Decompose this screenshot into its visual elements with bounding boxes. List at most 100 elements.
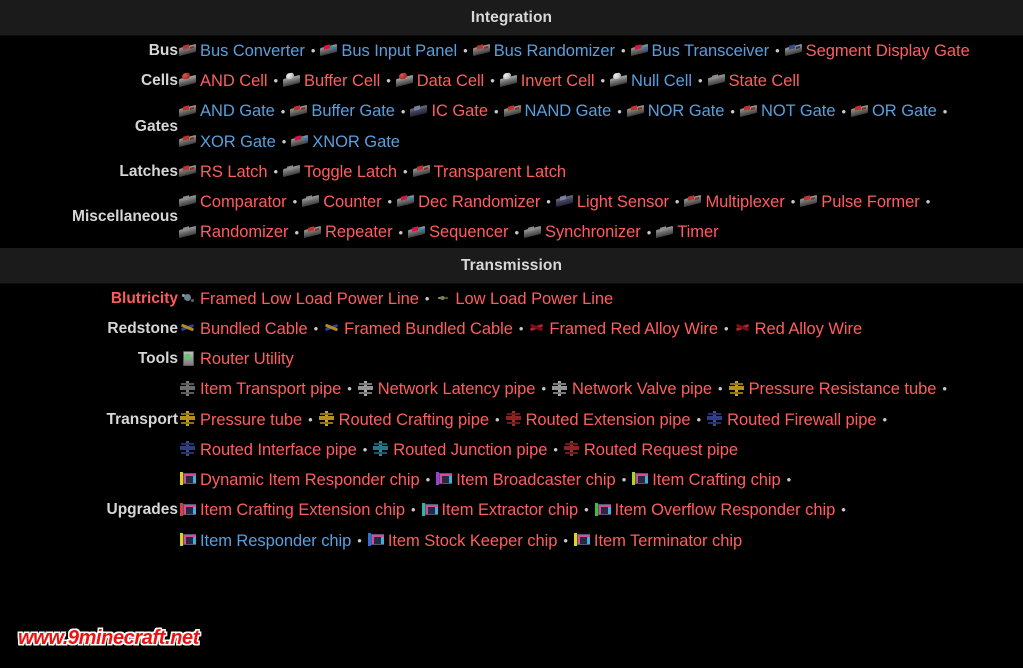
list-item[interactable]: Counter: [302, 187, 381, 217]
list-item[interactable]: Item Terminator chip: [573, 526, 742, 556]
list-item[interactable]: Network Valve pipe: [551, 374, 712, 404]
list-item[interactable]: Routed Firewall pipe: [706, 405, 877, 435]
list-item[interactable]: Repeater: [304, 217, 393, 247]
list-item[interactable]: Bus Converter: [179, 36, 305, 66]
list-item[interactable]: Routed Junction pipe: [372, 435, 547, 465]
list-item[interactable]: Transparent Latch: [413, 157, 567, 187]
list-item[interactable]: AND Cell: [179, 66, 268, 96]
list-item[interactable]: XNOR Gate: [291, 127, 400, 157]
list-item[interactable]: NOR Gate: [627, 96, 725, 126]
list-item[interactable]: Routed Extension pipe: [505, 405, 691, 435]
list-item[interactable]: Item Transport pipe: [179, 374, 341, 404]
list-item[interactable]: Item Crafting Extension chip: [179, 495, 405, 525]
item-link[interactable]: Item Crafting Extension chip: [200, 501, 405, 519]
item-link[interactable]: Item Responder chip: [200, 532, 351, 550]
list-item[interactable]: Randomizer: [179, 217, 289, 247]
item-link[interactable]: Network Latency pipe: [378, 380, 536, 398]
list-item[interactable]: Pulse Former: [800, 187, 919, 217]
list-item[interactable]: AND Gate: [179, 96, 275, 126]
item-link[interactable]: Sequencer: [429, 223, 508, 241]
item-link[interactable]: Multiplexer: [705, 193, 784, 211]
item-link[interactable]: Bus Randomizer: [494, 42, 615, 60]
item-link[interactable]: Pulse Former: [821, 193, 919, 211]
list-item[interactable]: NOT Gate: [740, 96, 836, 126]
item-link[interactable]: OR Gate: [872, 102, 937, 120]
item-link[interactable]: Dynamic Item Responder chip: [200, 471, 420, 489]
item-link[interactable]: Bus Transceiver: [652, 42, 770, 60]
item-link[interactable]: Null Cell: [631, 72, 692, 90]
list-item[interactable]: Framed Bundled Cable: [323, 314, 513, 344]
list-item[interactable]: Bus Input Panel: [320, 36, 457, 66]
list-item[interactable]: Dynamic Item Responder chip: [179, 465, 420, 495]
list-item[interactable]: Sequencer: [408, 217, 508, 247]
list-item[interactable]: Dec Randomizer: [397, 187, 540, 217]
item-link[interactable]: Segment Display Gate: [806, 42, 970, 60]
list-item[interactable]: Multiplexer: [684, 187, 784, 217]
item-link[interactable]: Item Transport pipe: [200, 380, 341, 398]
item-link[interactable]: Router Utility: [200, 350, 294, 368]
item-link[interactable]: IC Gate: [431, 102, 488, 120]
list-item[interactable]: Timer: [656, 217, 718, 247]
item-link[interactable]: AND Gate: [200, 102, 275, 120]
item-link[interactable]: Item Stock Keeper chip: [388, 532, 558, 550]
item-link[interactable]: Comparator: [200, 193, 287, 211]
item-link[interactable]: Framed Bundled Cable: [344, 320, 513, 338]
item-link[interactable]: Routed Firewall pipe: [727, 411, 876, 429]
list-item[interactable]: State Cell: [708, 66, 800, 96]
list-item[interactable]: Item Crafting chip: [631, 465, 781, 495]
item-link[interactable]: Framed Low Load Power Line: [200, 290, 419, 308]
item-link[interactable]: Network Valve pipe: [572, 380, 712, 398]
list-item[interactable]: Routed Interface pipe: [179, 435, 357, 465]
item-link[interactable]: Red Alloy Wire: [755, 320, 863, 338]
item-link[interactable]: Item Broadcaster chip: [456, 471, 616, 489]
item-link[interactable]: Dec Randomizer: [418, 193, 540, 211]
item-link[interactable]: Invert Cell: [521, 72, 595, 90]
item-link[interactable]: Framed Red Alloy Wire: [549, 320, 718, 338]
item-link[interactable]: State Cell: [729, 72, 800, 90]
item-link[interactable]: Pressure tube: [200, 411, 302, 429]
item-link[interactable]: Transparent Latch: [434, 163, 567, 181]
list-item[interactable]: Router Utility: [179, 344, 294, 374]
list-item[interactable]: Segment Display Gate: [785, 36, 970, 66]
item-link[interactable]: Low Load Power Line: [455, 290, 613, 308]
list-item[interactable]: Invert Cell: [500, 66, 595, 96]
list-item[interactable]: Low Load Power Line: [434, 284, 613, 314]
list-item[interactable]: Pressure tube: [179, 405, 302, 435]
item-link[interactable]: Routed Request pipe: [584, 441, 738, 459]
list-item[interactable]: Item Stock Keeper chip: [367, 526, 557, 556]
list-item[interactable]: Null Cell: [610, 66, 692, 96]
list-item[interactable]: Toggle Latch: [283, 157, 397, 187]
list-item[interactable]: Routed Crafting pipe: [318, 405, 489, 435]
list-item[interactable]: Synchronizer: [524, 217, 641, 247]
list-item[interactable]: Item Broadcaster chip: [435, 465, 616, 495]
list-item[interactable]: Light Sensor: [556, 187, 669, 217]
list-item[interactable]: Red Alloy Wire: [734, 314, 863, 344]
list-item[interactable]: Data Cell: [396, 66, 484, 96]
item-link[interactable]: Item Extractor chip: [442, 501, 579, 519]
item-link[interactable]: Bundled Cable: [200, 320, 308, 338]
item-link[interactable]: Item Overflow Responder chip: [615, 501, 836, 519]
list-item[interactable]: XOR Gate: [179, 127, 276, 157]
item-link[interactable]: NOT Gate: [761, 102, 836, 120]
item-link[interactable]: Counter: [323, 193, 381, 211]
item-link[interactable]: Routed Interface pipe: [200, 441, 357, 459]
list-item[interactable]: Buffer Cell: [283, 66, 380, 96]
list-item[interactable]: OR Gate: [851, 96, 937, 126]
item-link[interactable]: Randomizer: [200, 223, 289, 241]
item-link[interactable]: Item Terminator chip: [594, 532, 742, 550]
list-item[interactable]: Framed Low Load Power Line: [179, 284, 419, 314]
list-item[interactable]: Comparator: [179, 187, 287, 217]
list-item[interactable]: Bundled Cable: [179, 314, 308, 344]
item-link[interactable]: Buffer Cell: [304, 72, 380, 90]
list-item[interactable]: Item Extractor chip: [421, 495, 579, 525]
item-link[interactable]: Repeater: [325, 223, 393, 241]
item-link[interactable]: Timer: [677, 223, 718, 241]
list-item[interactable]: Item Responder chip: [179, 526, 351, 556]
item-link[interactable]: Bus Converter: [200, 42, 305, 60]
item-link[interactable]: Buffer Gate: [311, 102, 395, 120]
list-item[interactable]: Item Overflow Responder chip: [594, 495, 836, 525]
item-link[interactable]: NOR Gate: [648, 102, 725, 120]
item-link[interactable]: AND Cell: [200, 72, 268, 90]
list-item[interactable]: Bus Transceiver: [631, 36, 770, 66]
item-link[interactable]: RS Latch: [200, 163, 268, 181]
